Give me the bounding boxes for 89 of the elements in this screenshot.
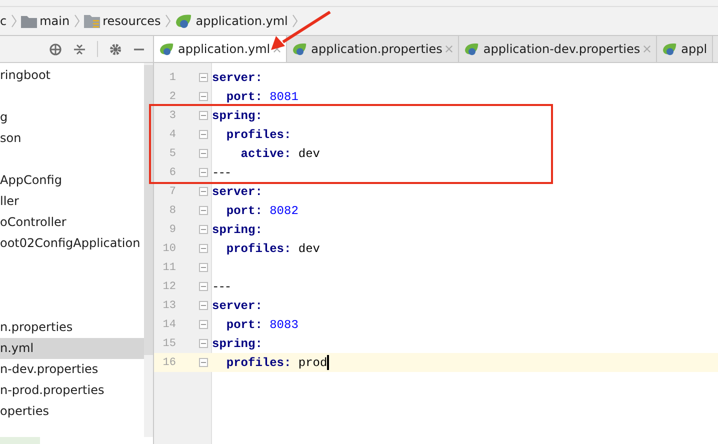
line-number: 1: [168, 72, 176, 84]
scrollbar-thumb[interactable]: [0, 437, 40, 444]
tree-item[interactable]: oController: [0, 212, 144, 233]
line-number: 3: [168, 110, 176, 122]
fold-icon[interactable]: [199, 73, 208, 82]
fold-icon[interactable]: [199, 206, 208, 215]
line-number: 8: [168, 204, 176, 216]
yaml-key: port:: [212, 318, 262, 332]
collapse-icon[interactable]: [73, 42, 86, 56]
chevron-icon: [74, 14, 80, 28]
leaf-icon: [292, 42, 308, 56]
chevron-icon: [292, 14, 298, 28]
line-number: 7: [168, 186, 176, 198]
tree-item[interactable]: operties: [0, 401, 144, 422]
folder-icon: [20, 14, 37, 28]
yaml-key: profiles:: [212, 356, 292, 370]
line-number: 14: [162, 318, 176, 330]
breadcrumb-item[interactable]: resources: [84, 14, 161, 28]
fold-icon[interactable]: [199, 187, 208, 196]
tree-item[interactable]: oot02ConfigApplication: [0, 233, 144, 254]
tree-item[interactable]: ringboot: [0, 65, 144, 86]
chevron-icon: [164, 14, 171, 28]
fold-icon[interactable]: [199, 149, 208, 158]
target-icon[interactable]: [49, 42, 62, 56]
document-separator: ---: [212, 280, 231, 294]
tree-item[interactable]: n-prod.properties: [0, 380, 144, 401]
fold-icon[interactable]: [199, 92, 208, 101]
settings-icon[interactable]: [109, 42, 122, 56]
yaml-key: port:: [212, 204, 262, 218]
yaml-key: spring:: [212, 222, 262, 236]
tree-item[interactable]: n.properties: [0, 317, 144, 338]
line-number: 5: [168, 148, 176, 160]
document-separator: ---: [212, 166, 231, 180]
close-icon[interactable]: [445, 45, 454, 53]
fold-icon[interactable]: [199, 358, 208, 367]
tree-item[interactable]: n.yml: [0, 338, 144, 359]
fold-icon[interactable]: [199, 282, 208, 291]
line-number: 11: [162, 262, 176, 274]
close-icon[interactable]: [643, 45, 652, 53]
fold-icon[interactable]: [199, 339, 208, 348]
fold-icon[interactable]: [199, 320, 208, 329]
leaf-icon: [662, 42, 678, 56]
scrollbar-thumb[interactable]: [144, 65, 153, 355]
leaf-icon: [464, 42, 480, 56]
yaml-key: profiles:: [212, 128, 292, 142]
fold-icon[interactable]: [199, 225, 208, 234]
fold-icon[interactable]: [199, 301, 208, 310]
yaml-key: spring:: [212, 108, 262, 122]
line-number: 4: [168, 128, 176, 140]
yaml-value: 8083: [270, 318, 298, 332]
yaml-key: active:: [212, 146, 292, 160]
yaml-key: spring:: [212, 336, 262, 350]
tree-item[interactable]: son: [0, 128, 144, 149]
leaf-icon: [159, 42, 175, 56]
breadcrumb-item[interactable]: c: [0, 14, 7, 28]
line-number: 2: [168, 90, 176, 102]
yaml-key: port:: [212, 90, 262, 104]
fold-icon[interactable]: [199, 130, 208, 139]
close-icon[interactable]: [273, 45, 282, 53]
breadcrumb-item[interactable]: application.yml: [174, 13, 288, 29]
line-number: 16: [162, 356, 176, 368]
breadcrumb-item[interactable]: main: [20, 14, 70, 28]
fold-icon[interactable]: [199, 168, 208, 177]
yaml-value: 8082: [270, 204, 298, 218]
tree-item[interactable]: AppConfig: [0, 170, 144, 191]
line-number: 12: [162, 280, 176, 292]
file-tab[interactable]: application.yml: [154, 36, 288, 62]
line-number: 6: [168, 166, 176, 178]
yaml-key: server:: [212, 184, 262, 198]
yaml-key: server:: [212, 70, 262, 84]
yaml-key: profiles:: [212, 242, 292, 256]
tree-item[interactable]: g: [0, 107, 144, 128]
fold-icon[interactable]: [199, 244, 208, 253]
tree-item[interactable]: ller: [0, 191, 144, 212]
yaml-value: 8081: [270, 90, 298, 104]
leaf-icon: [174, 13, 193, 29]
yaml-value: dev: [298, 242, 320, 256]
chevron-icon: [10, 14, 17, 28]
folder-icon: [84, 14, 100, 28]
yaml-value: dev: [298, 146, 320, 160]
fold-icon[interactable]: [199, 263, 208, 272]
line-number: 9: [168, 224, 176, 236]
line-number: 15: [162, 338, 176, 350]
tree-item[interactable]: n-dev.properties: [0, 359, 144, 380]
yaml-key: server:: [212, 298, 262, 312]
line-number: 10: [162, 242, 176, 254]
yaml-value: prod: [298, 356, 328, 370]
line-number: 13: [162, 300, 176, 312]
fold-icon[interactable]: [199, 111, 208, 120]
